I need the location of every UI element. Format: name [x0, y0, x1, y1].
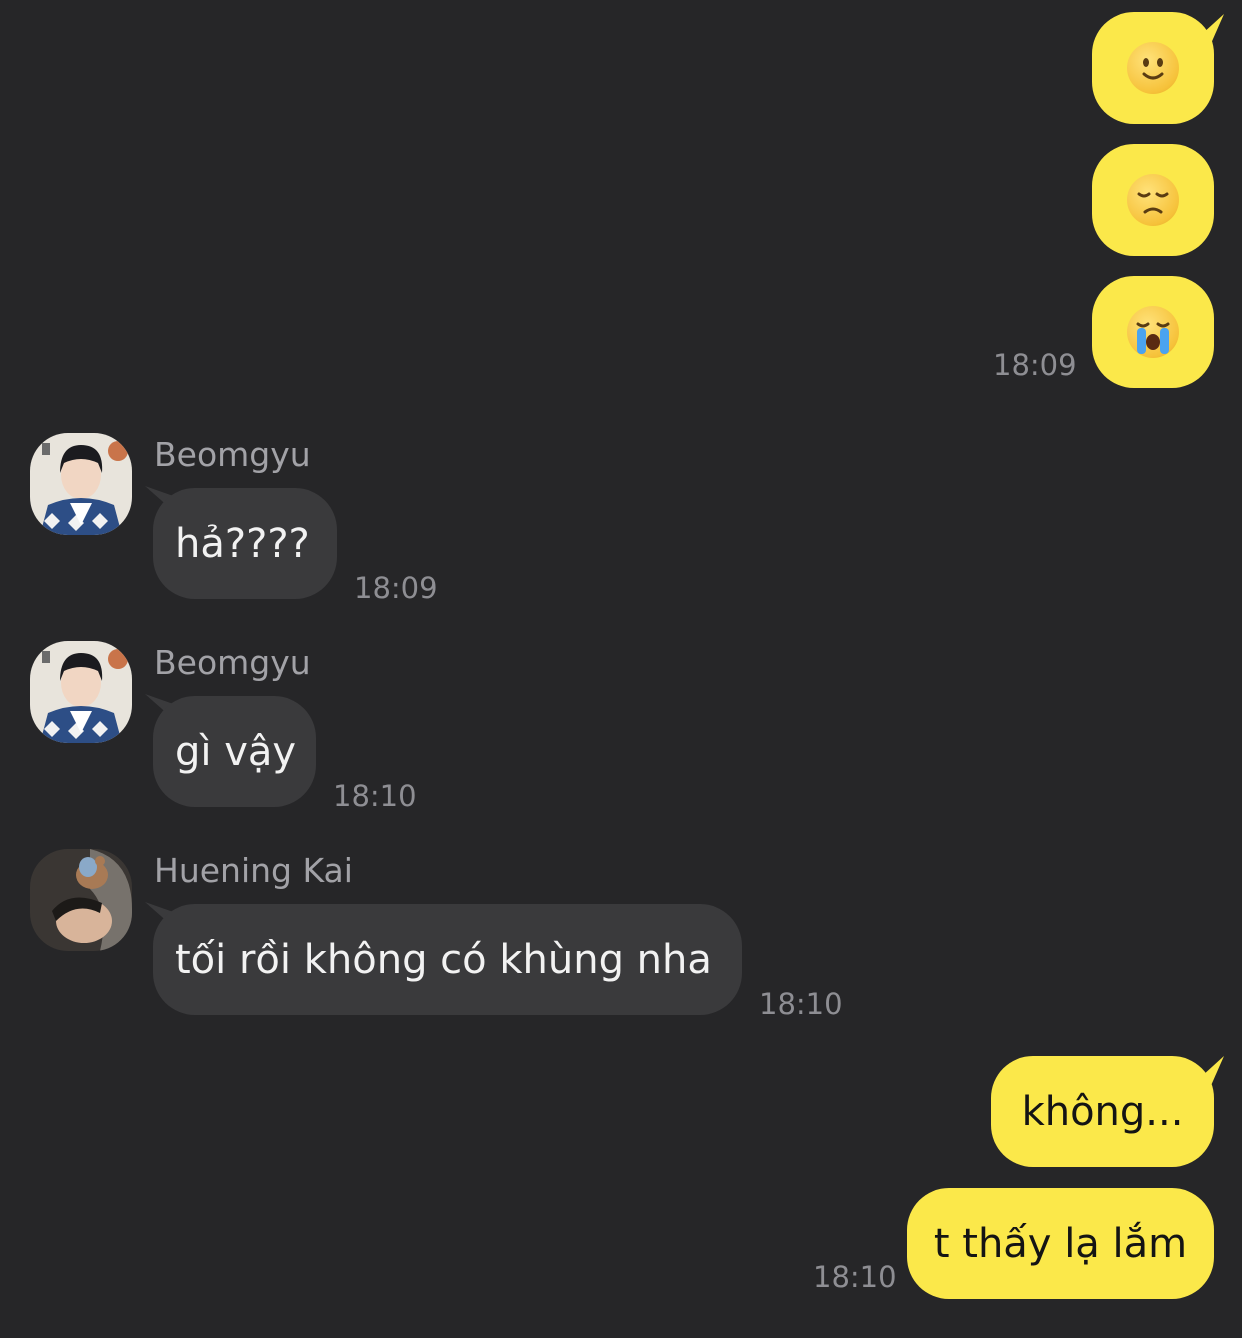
- sent-emoji-bubble-crying[interactable]: [1092, 276, 1214, 388]
- timestamp: 18:09: [993, 348, 1077, 382]
- received-message-bubble[interactable]: tối rồi không có khùng nha: [153, 904, 742, 1015]
- timestamp: 18:10: [813, 1260, 897, 1294]
- slightly-smiling-face-icon: [1127, 42, 1179, 94]
- message-text: t thấy lạ lắm: [933, 1220, 1188, 1267]
- timestamp: 18:10: [759, 987, 843, 1021]
- message-text: hả????: [175, 520, 310, 567]
- loudly-crying-face-icon: [1127, 306, 1179, 358]
- received-message-bubble[interactable]: hả????: [153, 488, 337, 599]
- message-text: không...: [1021, 1088, 1184, 1135]
- sender-name: Beomgyu: [154, 435, 311, 474]
- avatar-huening-kai[interactable]: [30, 849, 132, 951]
- sent-message-bubble[interactable]: không...: [991, 1056, 1224, 1167]
- timestamp: 18:09: [354, 571, 438, 605]
- avatar-beomgyu[interactable]: [30, 433, 132, 535]
- timestamp: 18:10: [333, 779, 417, 813]
- message-text: gì vậy: [175, 728, 297, 775]
- sent-message-bubble[interactable]: t thấy lạ lắm: [907, 1188, 1214, 1299]
- message-text: tối rồi không có khùng nha: [175, 936, 712, 983]
- sender-name: Huening Kai: [154, 851, 353, 890]
- received-message-bubble[interactable]: gì vậy: [153, 696, 316, 807]
- disappointed-face-icon: [1127, 174, 1179, 226]
- sent-emoji-bubble-disappointed[interactable]: [1092, 144, 1214, 256]
- sender-name: Beomgyu: [154, 643, 311, 682]
- sent-emoji-bubble-smile[interactable]: [1092, 12, 1224, 124]
- avatar-beomgyu[interactable]: [30, 641, 132, 743]
